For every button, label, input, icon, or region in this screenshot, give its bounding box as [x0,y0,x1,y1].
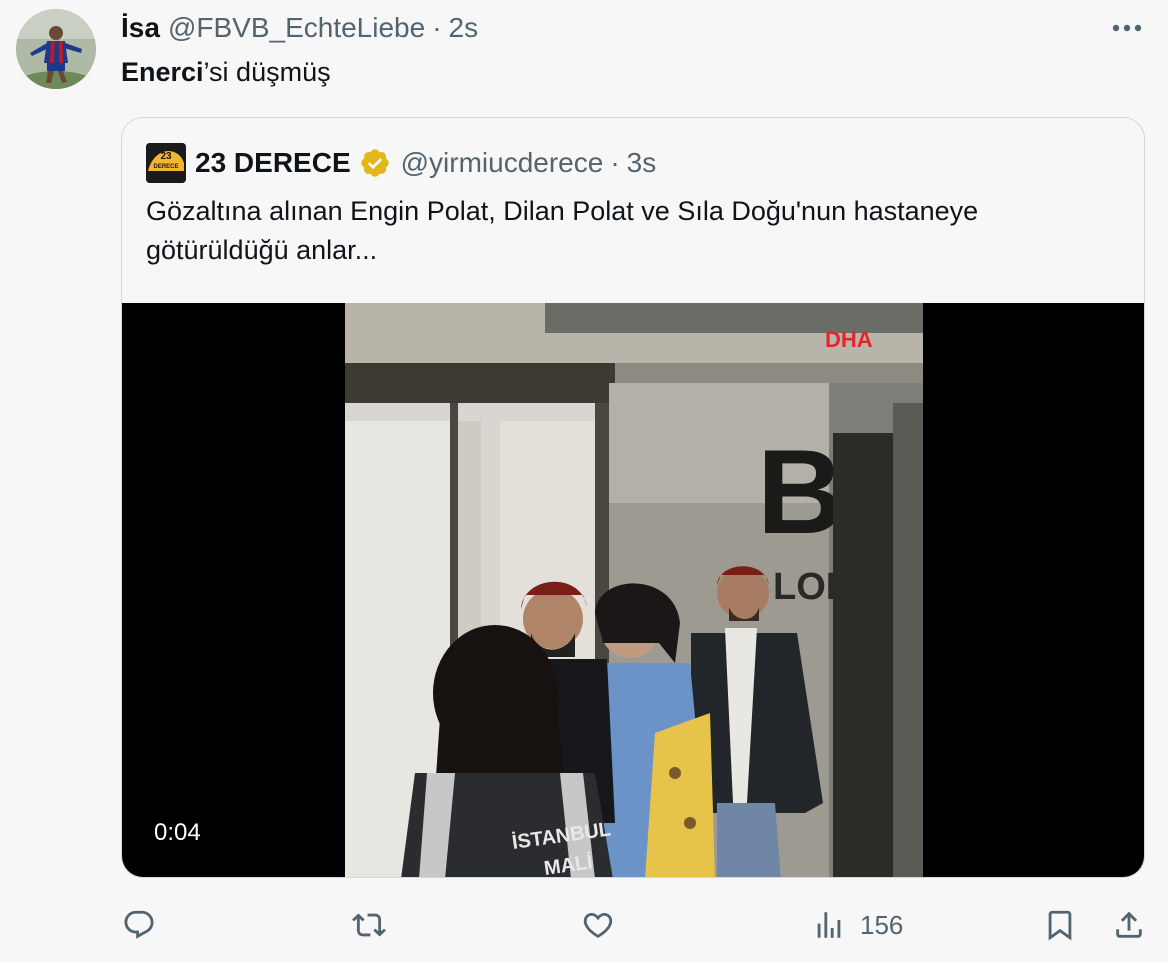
video-duration: 0:04 [154,819,201,846]
video-watermark: DHA [825,327,873,352]
bookmark-icon [1048,910,1072,941]
tweet-text: Enerci’si düşmüş [121,54,331,90]
views-count: 156 [860,909,904,940]
sign-letter: B [757,425,844,559]
retweet-button[interactable] [352,900,386,950]
quoted-tweet-header: 23 DERECE 23 DERECE @yirmiucderece · 3s [146,143,656,183]
author-avatar[interactable] [16,9,96,89]
more-options-button[interactable] [1110,14,1144,42]
tweet-text-bold: Enerci [121,57,204,87]
quoted-avatar-text-bottom: DERECE [153,164,178,170]
tweet-timestamp[interactable]: 2s [449,12,479,44]
retweet-icon [352,913,386,937]
views-bar-chart-icon [817,912,841,938]
quoted-author-handle[interactable]: @yirmiucderece [401,147,604,179]
tweet-actions-bar: 156 [0,900,1168,950]
tweet-text-rest: ’si düşmüş [203,57,331,87]
bookmark-button[interactable] [1043,900,1077,950]
verified-gold-badge-icon [360,149,389,177]
quoted-separator-dot: · [610,147,620,178]
author-display-name[interactable]: İsa [121,12,160,44]
separator-dot: · [432,12,442,43]
views-button[interactable]: 156 [812,900,903,950]
quoted-tweet-video[interactable]: B LOK DHA İSTANBUL MALİ 0:04 [122,303,1144,877]
like-button[interactable] [581,900,615,950]
author-handle[interactable]: @FBVB_EchteLiebe [168,12,425,44]
quoted-tweet-timestamp[interactable]: 3s [627,147,657,179]
quoted-tweet-card[interactable]: 23 DERECE 23 DERECE @yirmiucderece · 3s … [121,117,1145,878]
video-still-image: B LOK DHA İSTANBUL MALİ [345,303,923,877]
share-icon [1116,911,1142,938]
quoted-tweet-text: Gözaltına alınan Engin Polat, Dilan Pola… [146,196,979,265]
share-button[interactable] [1112,900,1146,950]
tweet: İsa @FBVB_EchteLiebe · 2s Enerci’si düşm… [0,0,1168,962]
reply-button[interactable] [122,900,156,950]
quoted-avatar-logo: 23 DERECE [146,143,186,183]
heart-icon [583,912,613,938]
quoted-avatar-text-top: 23 [160,151,172,162]
tweet-header: İsa @FBVB_EchteLiebe · 2s [121,10,478,46]
quoted-author-display-name[interactable]: 23 DERECE [195,147,351,179]
more-horizontal-icon [1112,24,1142,32]
video-frame: B LOK DHA İSTANBUL MALİ [345,303,923,877]
avatar-photo [16,9,96,89]
quoted-author-avatar[interactable]: 23 DERECE [146,143,186,183]
reply-icon [124,910,154,939]
